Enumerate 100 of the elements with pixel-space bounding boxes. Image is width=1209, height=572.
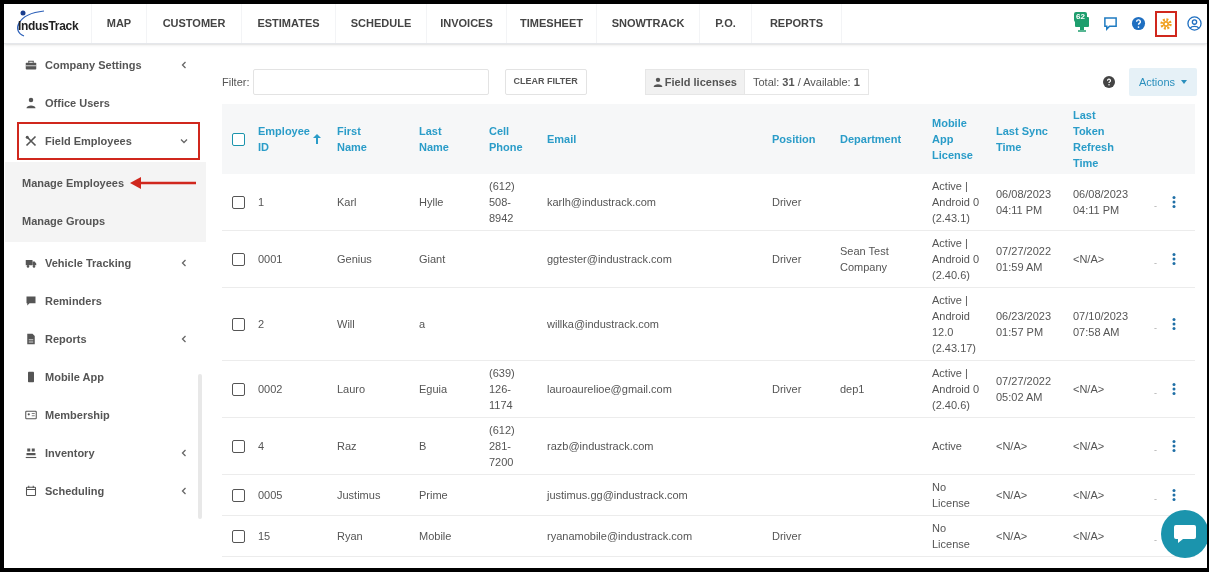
table-cell-text: Active <box>932 439 962 454</box>
chevron-left-icon <box>180 61 188 69</box>
help-icon <box>1102 76 1115 88</box>
menu-icon <box>25 59 37 71</box>
table-cell-text: razb@industrack.com <box>547 439 654 454</box>
more-button[interactable] <box>1171 439 1177 453</box>
table-cell-text: ggtester@industrack.com <box>547 252 672 267</box>
table-cell-text: 07/27/2022 05:02 AM <box>996 374 1053 405</box>
chevron-left-icon <box>180 335 188 343</box>
table-cell: - <box>1154 387 1157 401</box>
table-cell-text: 07/27/2022 01:59 AM <box>996 244 1053 275</box>
table-cell-text: 0005 <box>258 488 283 503</box>
table-cell-text: Karl <box>337 195 357 210</box>
menu-icon <box>25 97 37 109</box>
table-cell-text: 4 <box>258 439 265 454</box>
logo[interactable]: IndusTrack <box>4 4 92 43</box>
table-cell-text: B <box>419 439 427 454</box>
checkbox[interactable] <box>232 383 245 397</box>
nav-link[interactable]: SCHEDULE <box>336 4 427 43</box>
nav-link[interactable]: CUSTOMER <box>147 4 242 43</box>
table-cell-text: Sean Test Company <box>840 244 890 275</box>
field-licenses-button[interactable]: Field licenses <box>644 69 745 95</box>
chevron-left-icon <box>180 449 188 457</box>
table-cell-text: 1 <box>258 195 265 210</box>
table-cell-text: No License <box>932 480 971 511</box>
table-cell-text: 06/08/2023 04:11 PM <box>1073 187 1130 218</box>
nav-link[interactable]: INVOICES <box>427 4 507 43</box>
checkbox[interactable] <box>232 318 245 332</box>
table-cell-text: 2 <box>258 317 265 332</box>
table-cell-text: 0001 <box>258 252 283 267</box>
checkbox[interactable] <box>232 253 245 267</box>
chevron-left-icon <box>180 259 188 267</box>
table-cell-text: willka@industrack.com <box>547 317 660 332</box>
table-cell: - <box>1154 200 1157 214</box>
sidebar-item[interactable]: Reminders <box>17 282 200 320</box>
sidebar-item[interactable]: Company Settings <box>17 46 200 84</box>
table-cell-text: 06/08/2023 04:11 PM <box>996 187 1053 218</box>
checkbox[interactable] <box>232 489 245 503</box>
more-button[interactable] <box>1171 195 1177 209</box>
sidebar-item[interactable]: Inventory <box>17 434 200 472</box>
more-button[interactable] <box>1171 252 1177 266</box>
help-icon <box>1130 16 1146 31</box>
table-cell-text: <N/A> <box>996 529 1028 544</box>
table-cell-text: 06/23/2023 01:57 PM <box>996 309 1053 340</box>
more-icon <box>1172 196 1176 208</box>
table-cell-text: <N/A> <box>1073 382 1105 397</box>
table-cell-text: dep1 <box>840 382 865 397</box>
table-cell-text: justimus.gg@industrack.com <box>547 488 688 503</box>
checkbox[interactable] <box>232 133 245 147</box>
sidebar-item[interactable]: Reports <box>17 320 200 358</box>
checkbox[interactable] <box>232 530 245 544</box>
nav-link[interactable]: SNOWTRACK <box>597 4 700 43</box>
table-cell-text: <N/A> <box>1073 529 1105 544</box>
more-button[interactable] <box>1171 488 1177 502</box>
table-cell-text: Prime <box>419 488 448 503</box>
sidebar-item[interactable]: Scheduling <box>17 472 200 510</box>
more-icon <box>1172 253 1176 265</box>
table-cell-text: Driver <box>772 195 802 210</box>
table-cell-text: (639) 126-1174 <box>489 366 516 413</box>
table-cell-text: Eguia <box>419 382 448 397</box>
table-cell-text: karlh@industrack.com <box>547 195 656 210</box>
sidebar-item[interactable]: Field Employees <box>17 122 200 160</box>
menu-icon <box>25 333 37 345</box>
submenu-item[interactable]: Manage Groups <box>22 212 106 230</box>
nav-link[interactable]: REPORTS <box>752 4 842 43</box>
chevron-down-icon <box>180 137 188 145</box>
table-cell-text: Justimus <box>337 488 381 503</box>
nav-link[interactable]: P.O. <box>700 4 752 43</box>
sidebar-item[interactable]: Office Users <box>17 84 200 122</box>
notification-badge: 62 <box>1074 11 1087 22</box>
nav-link[interactable]: MAP <box>92 4 147 43</box>
checkbox[interactable] <box>232 440 245 454</box>
settings-button[interactable] <box>1155 10 1177 37</box>
table-cell-text: Active | Android 0 (2.40.6) <box>932 236 981 283</box>
menu-icon <box>25 257 37 269</box>
nav-link[interactable]: ESTIMATES <box>242 4 336 43</box>
caret-icon <box>1181 80 1187 84</box>
license-summary: Total: 31 / Available: 1 <box>753 74 860 90</box>
checkbox[interactable] <box>232 196 245 210</box>
chevron-left-icon <box>180 487 188 495</box>
table-cell-text: Raz <box>337 439 357 454</box>
clear-filter-button[interactable]: CLEAR FILTER <box>504 69 587 95</box>
table-cell: - <box>1154 534 1157 548</box>
sidebar-item[interactable]: Mobile App <box>17 358 200 396</box>
table-cell-text: <N/A> <box>996 488 1028 503</box>
filter-field[interactable] <box>252 69 489 95</box>
menu-icon <box>25 447 37 459</box>
filter-label: Filter: <box>222 74 250 90</box>
more-icon <box>1172 489 1176 501</box>
chat-button[interactable] <box>1161 510 1207 558</box>
menu-icon <box>25 371 37 383</box>
menu-icon <box>25 135 37 147</box>
sidebar-item[interactable]: Vehicle Tracking <box>17 244 200 282</box>
more-button[interactable] <box>1171 382 1177 396</box>
sidebar-item[interactable]: Membership <box>17 396 200 434</box>
table-cell-text: Active | Android 0 (2.43.1) <box>932 179 981 226</box>
nav-link[interactable]: TIMESHEET <box>507 4 597 43</box>
submenu-item[interactable]: Manage Employees <box>22 174 125 192</box>
table-cell-text: <N/A> <box>1073 488 1105 503</box>
more-button[interactable] <box>1171 317 1177 331</box>
